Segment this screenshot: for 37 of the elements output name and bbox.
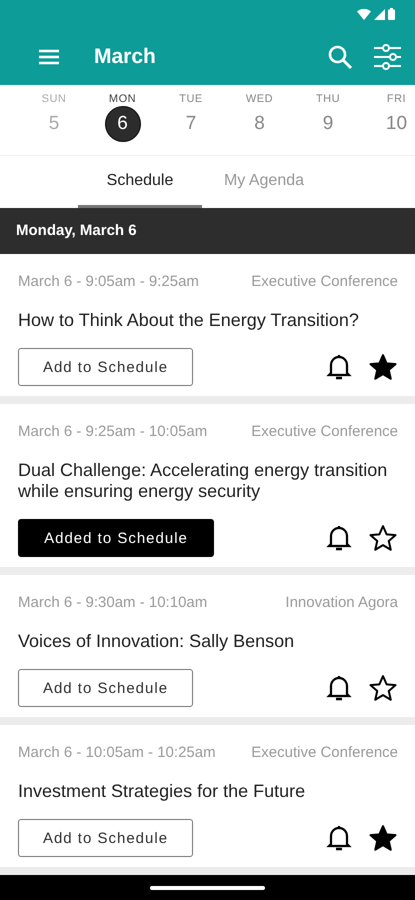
session-title: Investment Strategies for the Future <box>18 781 306 802</box>
star-icon[interactable] <box>368 352 398 382</box>
filter-icon[interactable] <box>373 44 401 70</box>
menu-icon[interactable] <box>38 48 60 64</box>
session-title: How to Think About the Energy Transition? <box>18 310 360 331</box>
star-icon[interactable] <box>368 673 398 703</box>
session-title: Dual Challenge: Accelerating energy transition while ensuring energy security <box>18 460 388 502</box>
session-time: March 6 - 9:05am - 9:25am <box>18 274 199 290</box>
bell-icon[interactable] <box>326 824 352 852</box>
star-icon[interactable] <box>368 823 398 853</box>
session-venue: Executive Conference <box>251 745 398 761</box>
bell-icon[interactable] <box>326 524 352 552</box>
bell-icon[interactable] <box>326 674 352 702</box>
signal-icon <box>374 8 385 20</box>
date-header: Monday, March 6 <box>0 208 415 254</box>
session-title: Voices of Innovation: Sally Benson <box>18 631 296 652</box>
session-venue: Executive Conference <box>251 424 398 440</box>
schedule-button[interactable]: Add to Schedule <box>18 348 193 386</box>
session-venue: Innovation Agora <box>285 595 398 611</box>
session-venue: Executive Conference <box>251 274 398 290</box>
star-icon[interactable] <box>368 523 398 553</box>
session-time: March 6 - 10:05am - 10:25am <box>18 745 216 761</box>
search-icon[interactable] <box>327 44 353 70</box>
day-item[interactable]: THU 9 <box>310 85 346 155</box>
wifi-icon <box>357 8 371 20</box>
schedule-button[interactable]: Added to Schedule <box>18 519 214 557</box>
schedule-button[interactable]: Add to Schedule <box>18 669 193 707</box>
session-time: March 6 - 9:30am - 10:10am <box>18 595 208 611</box>
schedule-button[interactable]: Add to Schedule <box>18 819 193 857</box>
home-indicator[interactable] <box>150 886 265 890</box>
day-item[interactable]: TUE 7 <box>173 85 209 155</box>
battery-icon <box>388 8 395 20</box>
day-item[interactable]: WED 8 <box>242 85 278 155</box>
day-item[interactable]: FRI 10 <box>378 85 414 155</box>
bell-icon[interactable] <box>326 353 352 381</box>
session-time: March 6 - 9:25am - 10:05am <box>18 424 208 440</box>
app-title: March <box>94 44 157 68</box>
